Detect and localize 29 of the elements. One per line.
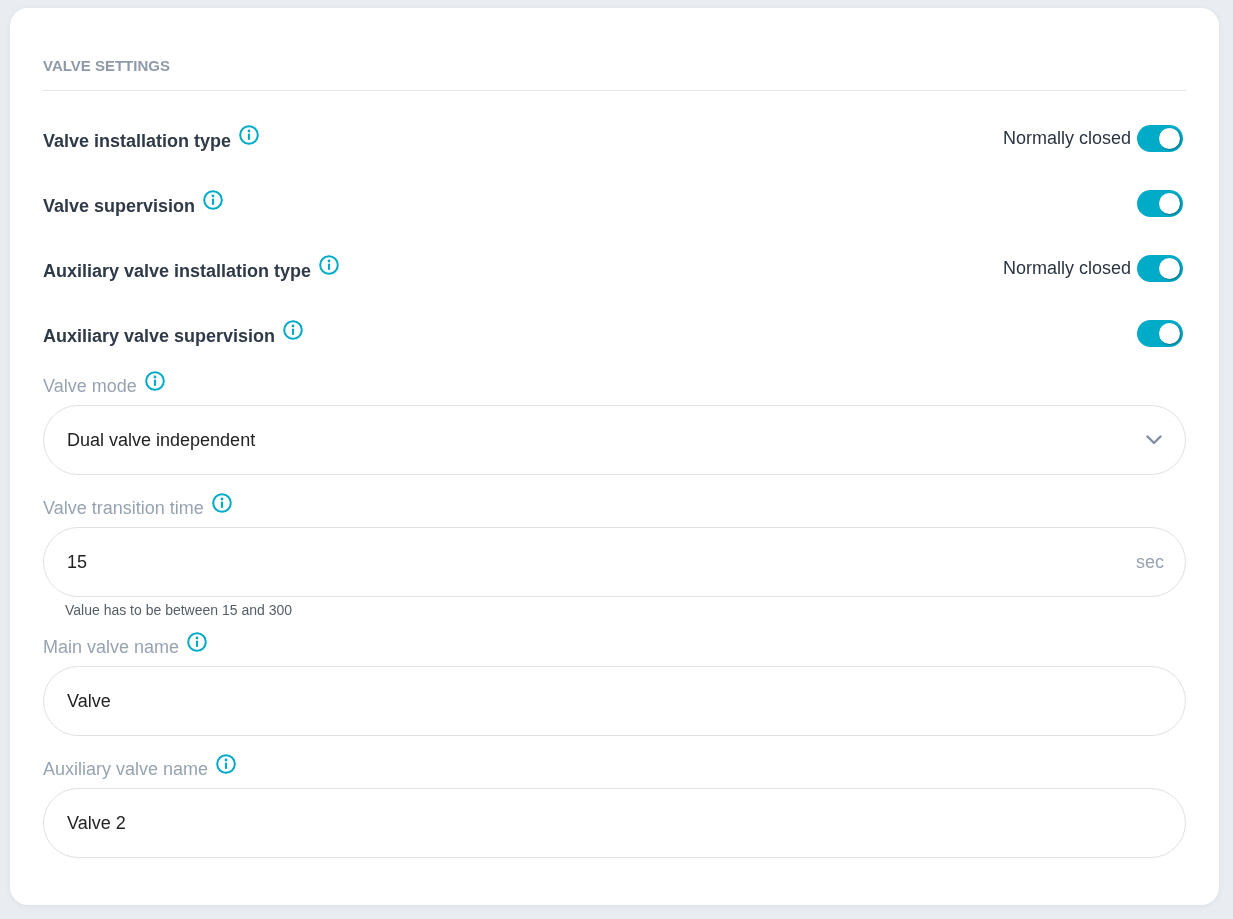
field-label: Valve mode [43,375,137,398]
info-icon[interactable] [187,632,208,652]
toggle-state-label: Normally closed [1002,127,1131,150]
toggle-switch[interactable] [1137,320,1183,347]
toggle-state-label: Normally closed [1002,257,1131,280]
info-icon[interactable] [319,254,340,275]
info-icon[interactable] [216,754,237,774]
setting-label: Valve supervision [43,194,196,218]
setting-label: Auxiliary valve supervision [43,324,276,348]
info-icon[interactable] [283,319,304,340]
toggle-switch[interactable] [1137,190,1183,217]
field-label: Main valve name [43,636,180,659]
info-icon[interactable] [239,124,260,145]
input-field[interactable]: Valve [43,666,1186,736]
field-label: Valve transition time [43,497,204,520]
input-field[interactable]: Valve 2 [43,788,1186,858]
toggle-switch[interactable] [1137,125,1183,152]
toggle-switch[interactable] [1137,255,1183,282]
setting-label: Valve installation type [43,129,232,153]
info-icon[interactable] [203,189,224,210]
select-field[interactable]: Dual valve independent [43,405,1186,475]
unit-label: sec [1136,550,1164,574]
info-icon[interactable] [144,371,165,391]
setting-label: Auxiliary valve installation type [43,259,312,283]
section-title: VALVE SETTINGS [43,57,170,74]
chevron-down-icon [1146,435,1162,445]
field-label: Auxiliary valve name [43,758,209,781]
info-icon[interactable] [211,493,232,513]
hint-text: Value has to be between 15 and 300 [65,602,293,618]
